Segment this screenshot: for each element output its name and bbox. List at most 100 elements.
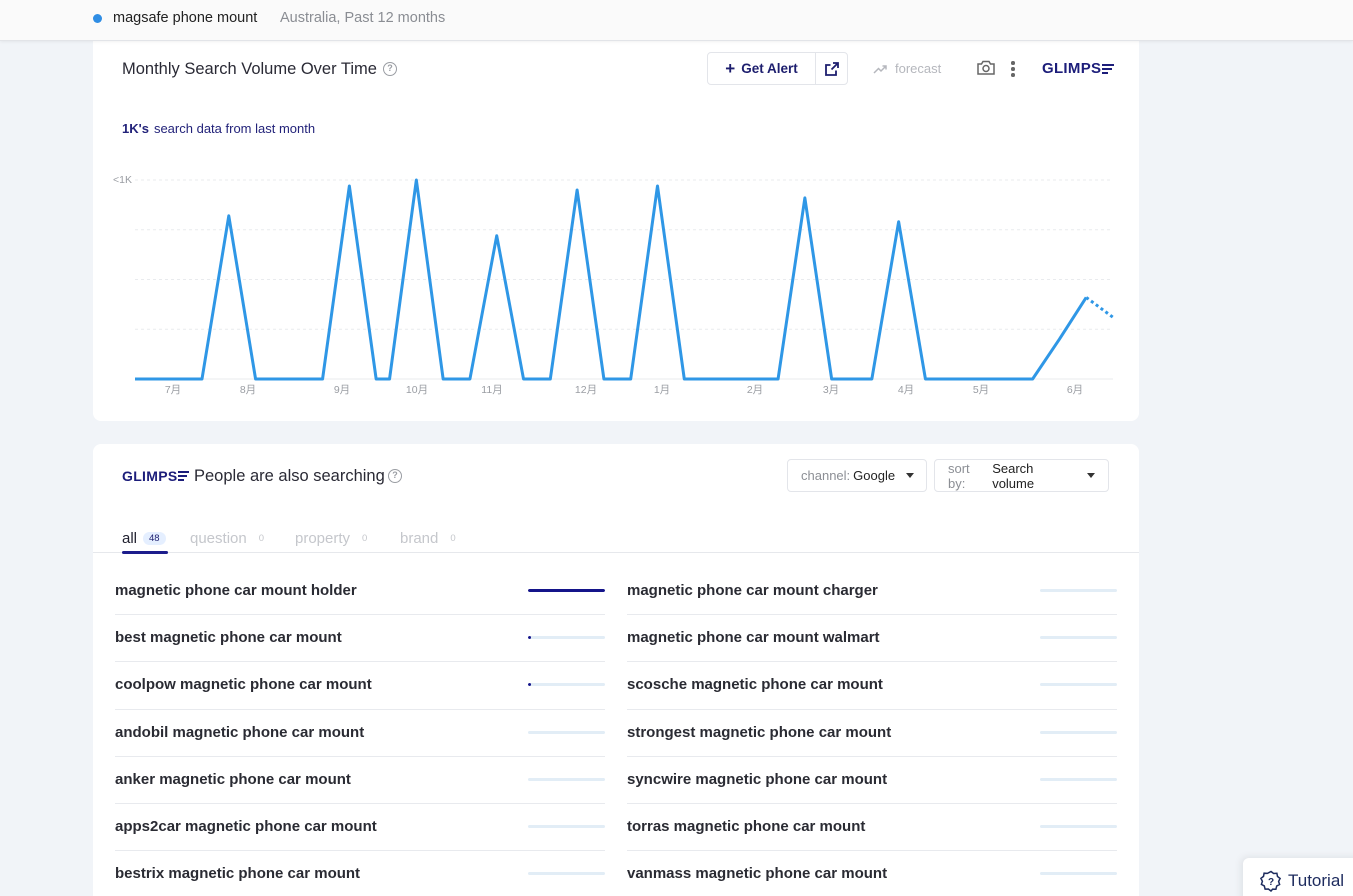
get-alert-label: Get Alert [741, 61, 798, 76]
related-keyword-row[interactable]: magnetic phone car mount walmart [627, 615, 1117, 663]
volume-bar [528, 589, 605, 592]
x-tick-label: 5月 [973, 384, 989, 396]
related-keyword-row[interactable]: magnetic phone car mount charger [627, 568, 1117, 616]
tab-question[interactable]: question 0 [190, 524, 270, 552]
data-source-note: 1K's search data from last month [122, 121, 315, 136]
tab-count: 0 [362, 532, 368, 544]
related-keyword-row[interactable]: syncwire magnetic phone car mount [627, 757, 1117, 804]
x-tick-label: 4月 [898, 384, 914, 396]
logo-mark [1102, 62, 1115, 76]
related-keyword-text[interactable]: strongest magnetic phone car mount [627, 724, 891, 741]
related-keyword-text[interactable]: magnetic phone car mount charger [627, 582, 878, 599]
volume-bar [1040, 589, 1117, 592]
related-keyword-row[interactable]: torras magnetic phone car mount [627, 804, 1117, 852]
external-link-button[interactable] [816, 53, 847, 84]
tab-label: property [295, 529, 351, 547]
tab-count: 48 [143, 531, 166, 545]
related-keyword-row[interactable]: coolpow magnetic phone car mount [115, 662, 605, 710]
related-keywords-right-column: magnetic phone car mount charger magnetic… [627, 568, 1117, 896]
x-tick-label: 6月 [1067, 384, 1083, 396]
channel-value: Google [853, 468, 896, 483]
volume-bar [1040, 730, 1117, 734]
related-keywords-left-column: magnetic phone car mount holder best magn… [115, 568, 605, 896]
tab-label: brand [400, 529, 439, 547]
help-icon[interactable]: ? [383, 62, 397, 76]
search-volume-chart: <1K 7月 8月 9月 10月 11月 12月 1月 2月 3月 4月 5月 6月 [113, 174, 1114, 396]
section-title: People are also searching [194, 467, 385, 485]
related-keyword-text[interactable]: magnetic phone car mount walmart [627, 629, 880, 646]
related-keyword-text[interactable]: andobil magnetic phone car mount [115, 724, 364, 741]
help-icon[interactable]: ? [388, 469, 402, 483]
related-keyword-text[interactable]: coolpow magnetic phone car mount [115, 676, 372, 693]
tab-label: question [190, 529, 247, 547]
caret-down-icon [906, 473, 915, 478]
plus-icon: + [725, 59, 736, 78]
related-keyword-text[interactable]: magnetic phone car mount holder [115, 582, 357, 599]
forecast-toggle[interactable]: forecast [873, 61, 941, 76]
x-tick-label: 10月 [406, 384, 428, 396]
related-keyword-text[interactable]: best magnetic phone car mount [115, 629, 342, 646]
keyword-label[interactable]: magsafe phone mount [113, 10, 257, 26]
x-tick-label: 2月 [747, 384, 763, 396]
volume-bar [1040, 636, 1117, 640]
volume-bar-fill [528, 589, 605, 592]
series-color-dot [93, 14, 102, 23]
related-keyword-row[interactable]: bestrix magnetic phone car mount [115, 851, 605, 896]
volume-bar [528, 872, 605, 876]
tab-all[interactable]: all 48 [122, 524, 168, 554]
x-tick-label: 12月 [575, 384, 597, 396]
sort-label: sort by: [948, 460, 970, 491]
related-keyword-row[interactable]: apps2car magnetic phone car mount [115, 804, 605, 852]
tab-label: all [122, 529, 138, 547]
tutorial-label: Tutorial [1288, 871, 1345, 890]
x-tick-label: 1月 [654, 384, 670, 396]
camera-icon[interactable] [977, 60, 995, 75]
channel-label: channel: [801, 468, 851, 483]
related-keyword-text[interactable]: bestrix magnetic phone car mount [115, 865, 360, 882]
svg-text:?: ? [1268, 877, 1274, 888]
alert-button-group: + Get Alert [707, 52, 848, 85]
sort-dropdown[interactable]: sort by: Search volume [934, 459, 1109, 492]
related-keyword-row[interactable]: vanmass magnetic phone car mount [627, 851, 1117, 896]
volume-bar [528, 683, 605, 687]
related-keyword-text[interactable]: vanmass magnetic phone car mount [627, 865, 887, 882]
x-tick-label: 11月 [481, 384, 502, 396]
volume-bar [528, 824, 605, 828]
tutorial-button[interactable]: ? Tutorial [1243, 858, 1353, 896]
y-tick-label: <1K [113, 174, 132, 186]
tab-count: 0 [450, 532, 456, 544]
volume-bar-fill [528, 683, 532, 687]
glimpse-logo: GLIMPS [122, 468, 190, 484]
related-keyword-row[interactable]: andobil magnetic phone car mount [115, 710, 605, 757]
related-keyword-text[interactable]: syncwire magnetic phone car mount [627, 771, 887, 788]
volume-bar [528, 730, 605, 734]
related-keyword-text[interactable]: scosche magnetic phone car mount [627, 676, 883, 693]
more-options-icon[interactable] [1011, 61, 1015, 79]
volume-bucket: 1K's [122, 121, 149, 136]
forecast-label: forecast [895, 61, 942, 76]
volume-bar [1040, 777, 1117, 781]
related-keyword-row[interactable]: best magnetic phone car mount [115, 615, 605, 663]
x-tick-label: 7月 [165, 384, 181, 396]
data-source-text: search data from last month [153, 121, 316, 136]
channel-dropdown[interactable]: channel: Google [787, 459, 927, 492]
volume-bar [528, 636, 605, 640]
related-keyword-row[interactable]: anker magnetic phone car mount [115, 757, 605, 804]
related-keyword-row[interactable]: strongest magnetic phone car mount [627, 710, 1117, 757]
external-link-icon [824, 61, 839, 76]
tab-brand[interactable]: brand 0 [400, 524, 462, 552]
volume-bar [1040, 872, 1117, 876]
related-keyword-text[interactable]: torras magnetic phone car mount [627, 818, 865, 835]
volume-bar [1040, 683, 1117, 687]
volume-bar [528, 777, 605, 781]
card-title: Monthly Search Volume Over Time [122, 60, 377, 78]
trending-up-icon [873, 64, 887, 74]
related-keyword-row[interactable]: magnetic phone car mount holder [115, 568, 605, 616]
tab-property[interactable]: property 0 [295, 524, 373, 552]
get-alert-button[interactable]: + Get Alert [708, 53, 816, 84]
related-keyword-text[interactable]: anker magnetic phone car mount [115, 771, 351, 788]
help-shield-icon: ? [1260, 870, 1282, 892]
related-keyword-text[interactable]: apps2car magnetic phone car mount [115, 818, 377, 835]
related-keyword-row[interactable]: scosche magnetic phone car mount [627, 662, 1117, 710]
related-searches-card: GLIMPS People are also searching ? chann… [93, 444, 1139, 896]
